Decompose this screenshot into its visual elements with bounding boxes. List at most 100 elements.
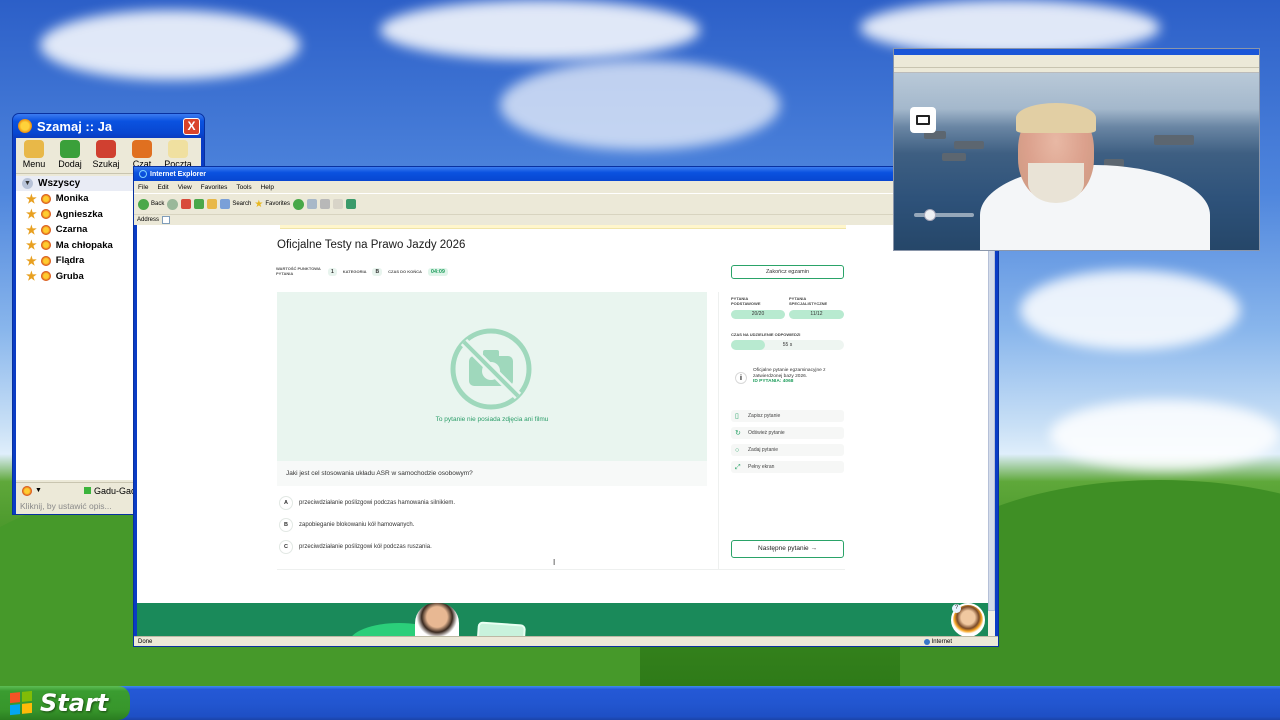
text-cursor-icon: I (553, 558, 556, 567)
mail-button[interactable] (307, 199, 318, 209)
fullscreen-button[interactable]: ⤢ Pełny ekran (731, 461, 844, 473)
answer-time-bar: 55 s (731, 340, 844, 350)
media-icon (293, 198, 305, 210)
menu-help[interactable]: Help (261, 184, 274, 191)
web-page: Oficjalne Testy na Prawo Jazdy 2026 WART… (137, 225, 988, 636)
answer-text: zapobieganie blokowaniu kół hamowanych. (299, 522, 415, 528)
volume-slider[interactable] (914, 209, 974, 221)
back-label: Back (151, 201, 165, 207)
back-button[interactable]: Back (138, 198, 165, 210)
special-questions-progress: 11/12 (789, 310, 844, 319)
action-label: Odśwież pytanie (748, 430, 785, 436)
basic-questions-label: PYTANIA PODSTAWOWE (731, 296, 761, 306)
star-icon: ★ (26, 253, 37, 268)
taskbar: Start (0, 686, 1280, 720)
answer-c[interactable]: C przeciwdziałanie poślizgowi kół podcza… (279, 540, 432, 554)
webcam-video (894, 73, 1259, 250)
refresh-icon: ↻ (735, 429, 741, 437)
messenger-button[interactable] (346, 199, 357, 209)
contact-name: Agnieszka (55, 208, 103, 220)
end-exam-button[interactable]: Zakończ egzamin (731, 265, 844, 279)
media-button[interactable] (293, 198, 305, 210)
answer-text: przeciwdziałanie poślizgowi podczas hamo… (299, 500, 456, 506)
favorites-label: Favorites (265, 201, 291, 207)
address-bar[interactable]: Address (134, 214, 998, 225)
menu-button[interactable]: Menu (18, 140, 50, 173)
special-questions-label: PYTANIA SPECJALISTYCZNE (789, 296, 828, 306)
scrollbar-thumb[interactable] (988, 231, 995, 611)
contact-name: Gruba (55, 270, 84, 282)
page-title: Oficjalne Testy na Prawo Jazdy 2026 (277, 239, 466, 251)
person-hair (1016, 103, 1096, 133)
menu-label: Menu (22, 159, 46, 169)
ie-titlebar[interactable]: Internet Explorer (134, 167, 998, 181)
time-remaining: 04:09 (427, 267, 448, 276)
print-icon (320, 199, 331, 209)
add-contact-icon (60, 140, 80, 158)
answer-b[interactable]: B zapobieganie blokowaniu kół hamowanych… (279, 518, 414, 532)
edit-button[interactable] (333, 199, 344, 209)
menu-tools[interactable]: Tools (236, 184, 251, 191)
answer-time-label: CZAS NA UDZIELENIE ODPOWIEDZI (731, 332, 801, 337)
ie-statusbar: Done Internet (134, 636, 998, 646)
forward-button[interactable] (167, 198, 179, 210)
mini-toolbar (894, 60, 1259, 68)
cloud (1020, 270, 1240, 350)
start-button[interactable]: Start (0, 686, 130, 720)
mail-icon (168, 140, 188, 158)
zone-label: Internet (931, 638, 952, 645)
menu-edit[interactable]: Edit (157, 184, 168, 191)
vertical-scrollbar[interactable] (988, 225, 995, 636)
contact-name: Ma chłopaka (55, 239, 113, 251)
save-question-button[interactable]: ▯ Zapisz pytanie (731, 410, 844, 422)
menu-view[interactable]: View (178, 184, 192, 191)
add-button[interactable]: Dodaj (54, 140, 86, 173)
divider (277, 569, 845, 570)
info-icon: i (735, 372, 747, 384)
forward-arrow-icon (167, 198, 179, 210)
question-media: To pytanie nie posiada zdjęcia ani filmu (277, 292, 707, 461)
star-icon: ★ (26, 269, 37, 284)
screen-share-button[interactable] (910, 107, 936, 133)
print-button[interactable] (320, 199, 331, 209)
refresh-question-button[interactable]: ↻ Odśwież pytanie (731, 427, 844, 439)
status-icon (40, 240, 51, 251)
chevron-down-icon: ▼ (35, 487, 42, 494)
group-label: Wszyscy (38, 178, 81, 189)
slider-knob[interactable] (924, 209, 936, 221)
answer-a[interactable]: A przeciwdziałanie poślizgowi podczas ha… (279, 496, 455, 510)
szamaj-title: Szamaj :: Ja (37, 118, 113, 134)
search-button[interactable]: Szukaj (90, 140, 122, 173)
search-icon (96, 140, 116, 158)
collapse-icon: ▼ (22, 178, 33, 189)
close-button[interactable]: X (183, 117, 200, 135)
favorites-button[interactable]: ★ Favorites (254, 199, 290, 210)
my-status-icon (22, 485, 32, 496)
stop-button[interactable] (181, 199, 192, 209)
cloud (380, 0, 700, 60)
menu-file[interactable]: File (138, 184, 148, 191)
refresh-button[interactable] (194, 199, 205, 209)
folder-icon (24, 140, 44, 158)
question-info: i Oficjalne pytanie egzaminacyjne z zatw… (731, 362, 844, 396)
home-button[interactable] (207, 199, 218, 209)
webcam-overlay (893, 48, 1260, 251)
status-icon (40, 255, 51, 266)
next-question-button[interactable]: Następne pytanie → (731, 540, 844, 558)
szamaj-titlebar[interactable]: Szamaj :: Ja X (13, 114, 204, 138)
promo-person-image (415, 603, 459, 636)
star-icon: ★ (26, 222, 37, 237)
search-button[interactable]: Search (220, 199, 251, 209)
cloud (1050, 400, 1280, 470)
page-icon (162, 216, 171, 224)
ship (954, 141, 984, 149)
ask-question-button[interactable]: ○ Zadaj pytanie (731, 444, 844, 456)
star-icon: ★ (26, 191, 37, 206)
search-label: Search (232, 201, 252, 207)
network-icon (83, 487, 91, 494)
ie-window: Internet Explorer File Edit View Favorit… (133, 166, 999, 647)
star-icon: ★ (254, 198, 264, 210)
security-zone: Internet (923, 638, 952, 645)
menu-favorites[interactable]: Favorites (201, 184, 228, 191)
start-label: Start (40, 689, 109, 717)
